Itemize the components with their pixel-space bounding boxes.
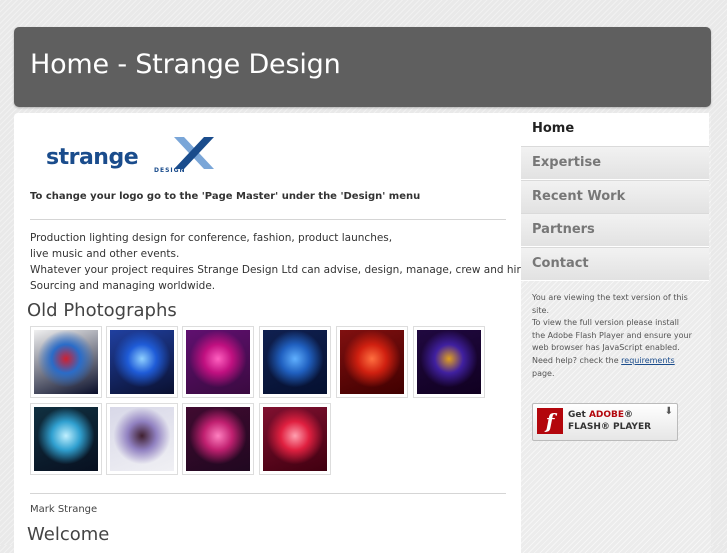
gallery-title: Old Photographs [27, 300, 177, 321]
sidebar: Home Expertise Recent Work Partners Cont… [521, 113, 711, 553]
page-title: Home - Strange Design [30, 49, 341, 80]
photo-thumb-1[interactable] [30, 326, 102, 398]
main-content: strange DESIGN To change your logo go to… [14, 113, 531, 553]
flash-player-text: FLASH® PLAYER [568, 422, 652, 432]
description-line: live music and other events. [30, 248, 180, 260]
photo-image [263, 407, 327, 471]
nav-item-label: Recent Work [532, 189, 626, 204]
photo-image [34, 330, 98, 394]
divider [30, 219, 506, 220]
photo-image [34, 407, 98, 471]
description: Production lighting design for conferenc… [30, 230, 531, 294]
logo-text: strange [46, 145, 139, 170]
flash-reg-mark: ® [624, 410, 634, 420]
logo-x-icon [174, 137, 214, 169]
photo-image [186, 407, 250, 471]
nav-item-label: Expertise [532, 155, 602, 170]
photo-thumb-7[interactable] [30, 403, 102, 475]
nav-item-contact[interactable]: Contact [521, 247, 709, 281]
photo-image [110, 407, 174, 471]
photo-image [186, 330, 250, 394]
photo-thumb-9[interactable] [182, 403, 254, 475]
divider [30, 493, 506, 494]
logo-subtext: DESIGN [154, 167, 186, 174]
nav-item-label: Contact [532, 256, 589, 271]
photo-thumb-8[interactable] [106, 403, 178, 475]
photo-thumb-4[interactable] [259, 326, 331, 398]
photo-image [263, 330, 327, 394]
flash-adobe-text: ADOBE [588, 410, 625, 420]
flash-get-text: Get [568, 410, 589, 420]
description-line: Production lighting design for conferenc… [30, 232, 393, 244]
notice-line: To view the full version please install … [532, 318, 692, 353]
photo-image [110, 330, 174, 394]
flash-badge-line1: Get ADOBE® [568, 410, 633, 420]
notice-line: You are viewing the text version of this… [532, 293, 688, 315]
photo-thumb-2[interactable] [106, 326, 178, 398]
notice-text: Need help? check the [532, 355, 622, 365]
photo-image [417, 330, 481, 394]
logo[interactable]: strange DESIGN [46, 137, 226, 179]
welcome-heading: Welcome [27, 524, 110, 545]
nav-item-label: Partners [532, 222, 595, 237]
nav-item-home[interactable]: Home [521, 113, 709, 146]
description-line: Sourcing and managing worldwide. [30, 280, 216, 292]
get-flash-player-button[interactable]: f Get ADOBE® FLASH® PLAYER ⬇ [532, 403, 678, 441]
requirements-link[interactable]: requirements [621, 356, 675, 365]
nav-item-recent-work[interactable]: Recent Work [521, 180, 709, 214]
nav-item-expertise[interactable]: Expertise [521, 146, 709, 180]
nav-item-partners[interactable]: Partners [521, 213, 709, 247]
download-arrow-icon: ⬇ [664, 406, 673, 417]
photo-image [340, 330, 404, 394]
photo-thumb-5[interactable] [336, 326, 408, 398]
notice-text: page. [532, 368, 555, 378]
description-line: Whatever your project requires Strange D… [30, 264, 531, 276]
author-name: Mark Strange [30, 504, 98, 515]
photo-thumb-6[interactable] [413, 326, 485, 398]
notice-line: Need help? check the requirements page. [532, 355, 692, 380]
page-header: Home - Strange Design [14, 27, 711, 107]
photo-thumb-3[interactable] [182, 326, 254, 398]
nav-item-label: Home [532, 121, 575, 136]
flash-logo-icon: f [537, 408, 563, 434]
logo-note: To change your logo go to the 'Page Mast… [30, 191, 421, 202]
photo-thumb-10[interactable] [259, 403, 331, 475]
flash-notice: You are viewing the text version of this… [532, 292, 692, 380]
